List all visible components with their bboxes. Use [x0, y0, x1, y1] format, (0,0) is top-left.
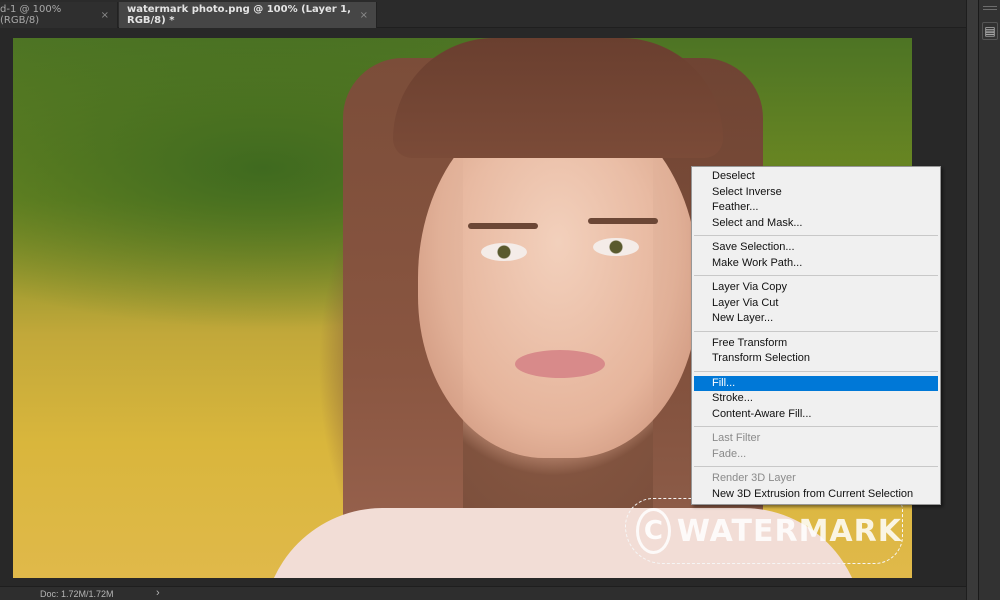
- photo-brow-left: [468, 223, 538, 229]
- status-arrow-icon[interactable]: ›: [156, 587, 160, 599]
- photo-brow-right: [588, 218, 658, 224]
- menu-item-save-selection[interactable]: Save Selection...: [694, 240, 938, 256]
- menu-item-deselect[interactable]: Deselect: [694, 169, 938, 185]
- panel-collapse-strip[interactable]: [966, 0, 978, 600]
- menu-item-new-layer[interactable]: New Layer...: [694, 311, 938, 327]
- menu-item-layer-via-copy[interactable]: Layer Via Copy: [694, 280, 938, 296]
- properties-icon[interactable]: ▤: [982, 22, 998, 40]
- photo-hair-top: [393, 38, 723, 158]
- tab-watermark-photo[interactable]: watermark photo.png @ 100% (Layer 1, RGB…: [119, 2, 377, 28]
- menu-item-fade: Fade...: [712, 447, 747, 460]
- menu-item-feather[interactable]: Feather...: [694, 200, 938, 216]
- tab-label: d-1 @ 100% (RGB/8): [0, 4, 62, 26]
- menu-item-layer-via-cut[interactable]: Layer Via Cut: [694, 296, 938, 312]
- panel-grip[interactable]: [983, 6, 997, 10]
- menu-separator: [694, 426, 938, 427]
- photoshop-window: d-1 @ 100% (RGB/8) × watermark photo.png…: [0, 0, 1000, 600]
- close-icon[interactable]: ×: [360, 10, 368, 21]
- doc-size-readout: Doc: 1.72M/1.72M: [40, 589, 114, 599]
- menu-item-select-and-mask[interactable]: Select and Mask...: [694, 216, 938, 232]
- menu-item-fill[interactable]: Fill...: [694, 375, 938, 391]
- menu-separator: [694, 275, 938, 276]
- menu-item-free-transform[interactable]: Free Transform: [694, 336, 938, 352]
- photo-eye-left: [481, 243, 527, 261]
- menu-separator: [694, 370, 938, 372]
- menu-separator: [694, 235, 938, 236]
- menu-item-select-inverse[interactable]: Select Inverse: [694, 185, 938, 201]
- menu-separator: [694, 330, 938, 332]
- menu-item-stroke[interactable]: Stroke...: [694, 391, 938, 407]
- document-tab-bar: d-1 @ 100% (RGB/8) × watermark photo.png…: [0, 0, 978, 28]
- selection-context-menu: Deselect Select Inverse Feather... Select a…: [691, 166, 941, 505]
- menu-item-last-filter: Last Filter: [712, 432, 761, 444]
- menu-item-new-3d-extrusion-from-current-selection[interactable]: New 3D Extrusion from Current Selection: [694, 487, 938, 503]
- photo-eye-right: [593, 238, 639, 256]
- right-panel-dock: ▤: [978, 0, 1000, 600]
- tab-label: watermark photo.png @ 100% (Layer 1, RGB…: [127, 4, 351, 26]
- photo-lips: [515, 350, 605, 378]
- watermark-text: WATERMARK: [676, 513, 902, 549]
- menu-separator: [694, 466, 938, 467]
- menu-item-content-aware-fill[interactable]: Content-Aware Fill...: [694, 407, 938, 423]
- menu-item-render-3d-layer: Render 3D Layer: [712, 472, 796, 484]
- status-bar: Doc: 1.72M/1.72M ›: [0, 586, 966, 600]
- menu-item-transform-selection[interactable]: Transform Selection: [694, 351, 938, 367]
- close-icon[interactable]: ×: [101, 10, 109, 21]
- watermark-selection[interactable]: C WATERMARK: [625, 498, 903, 564]
- copyright-icon: C: [636, 508, 671, 554]
- tab-document-1[interactable]: d-1 @ 100% (RGB/8) ×: [0, 2, 118, 28]
- menu-item-make-work-path[interactable]: Make Work Path...: [694, 256, 938, 272]
